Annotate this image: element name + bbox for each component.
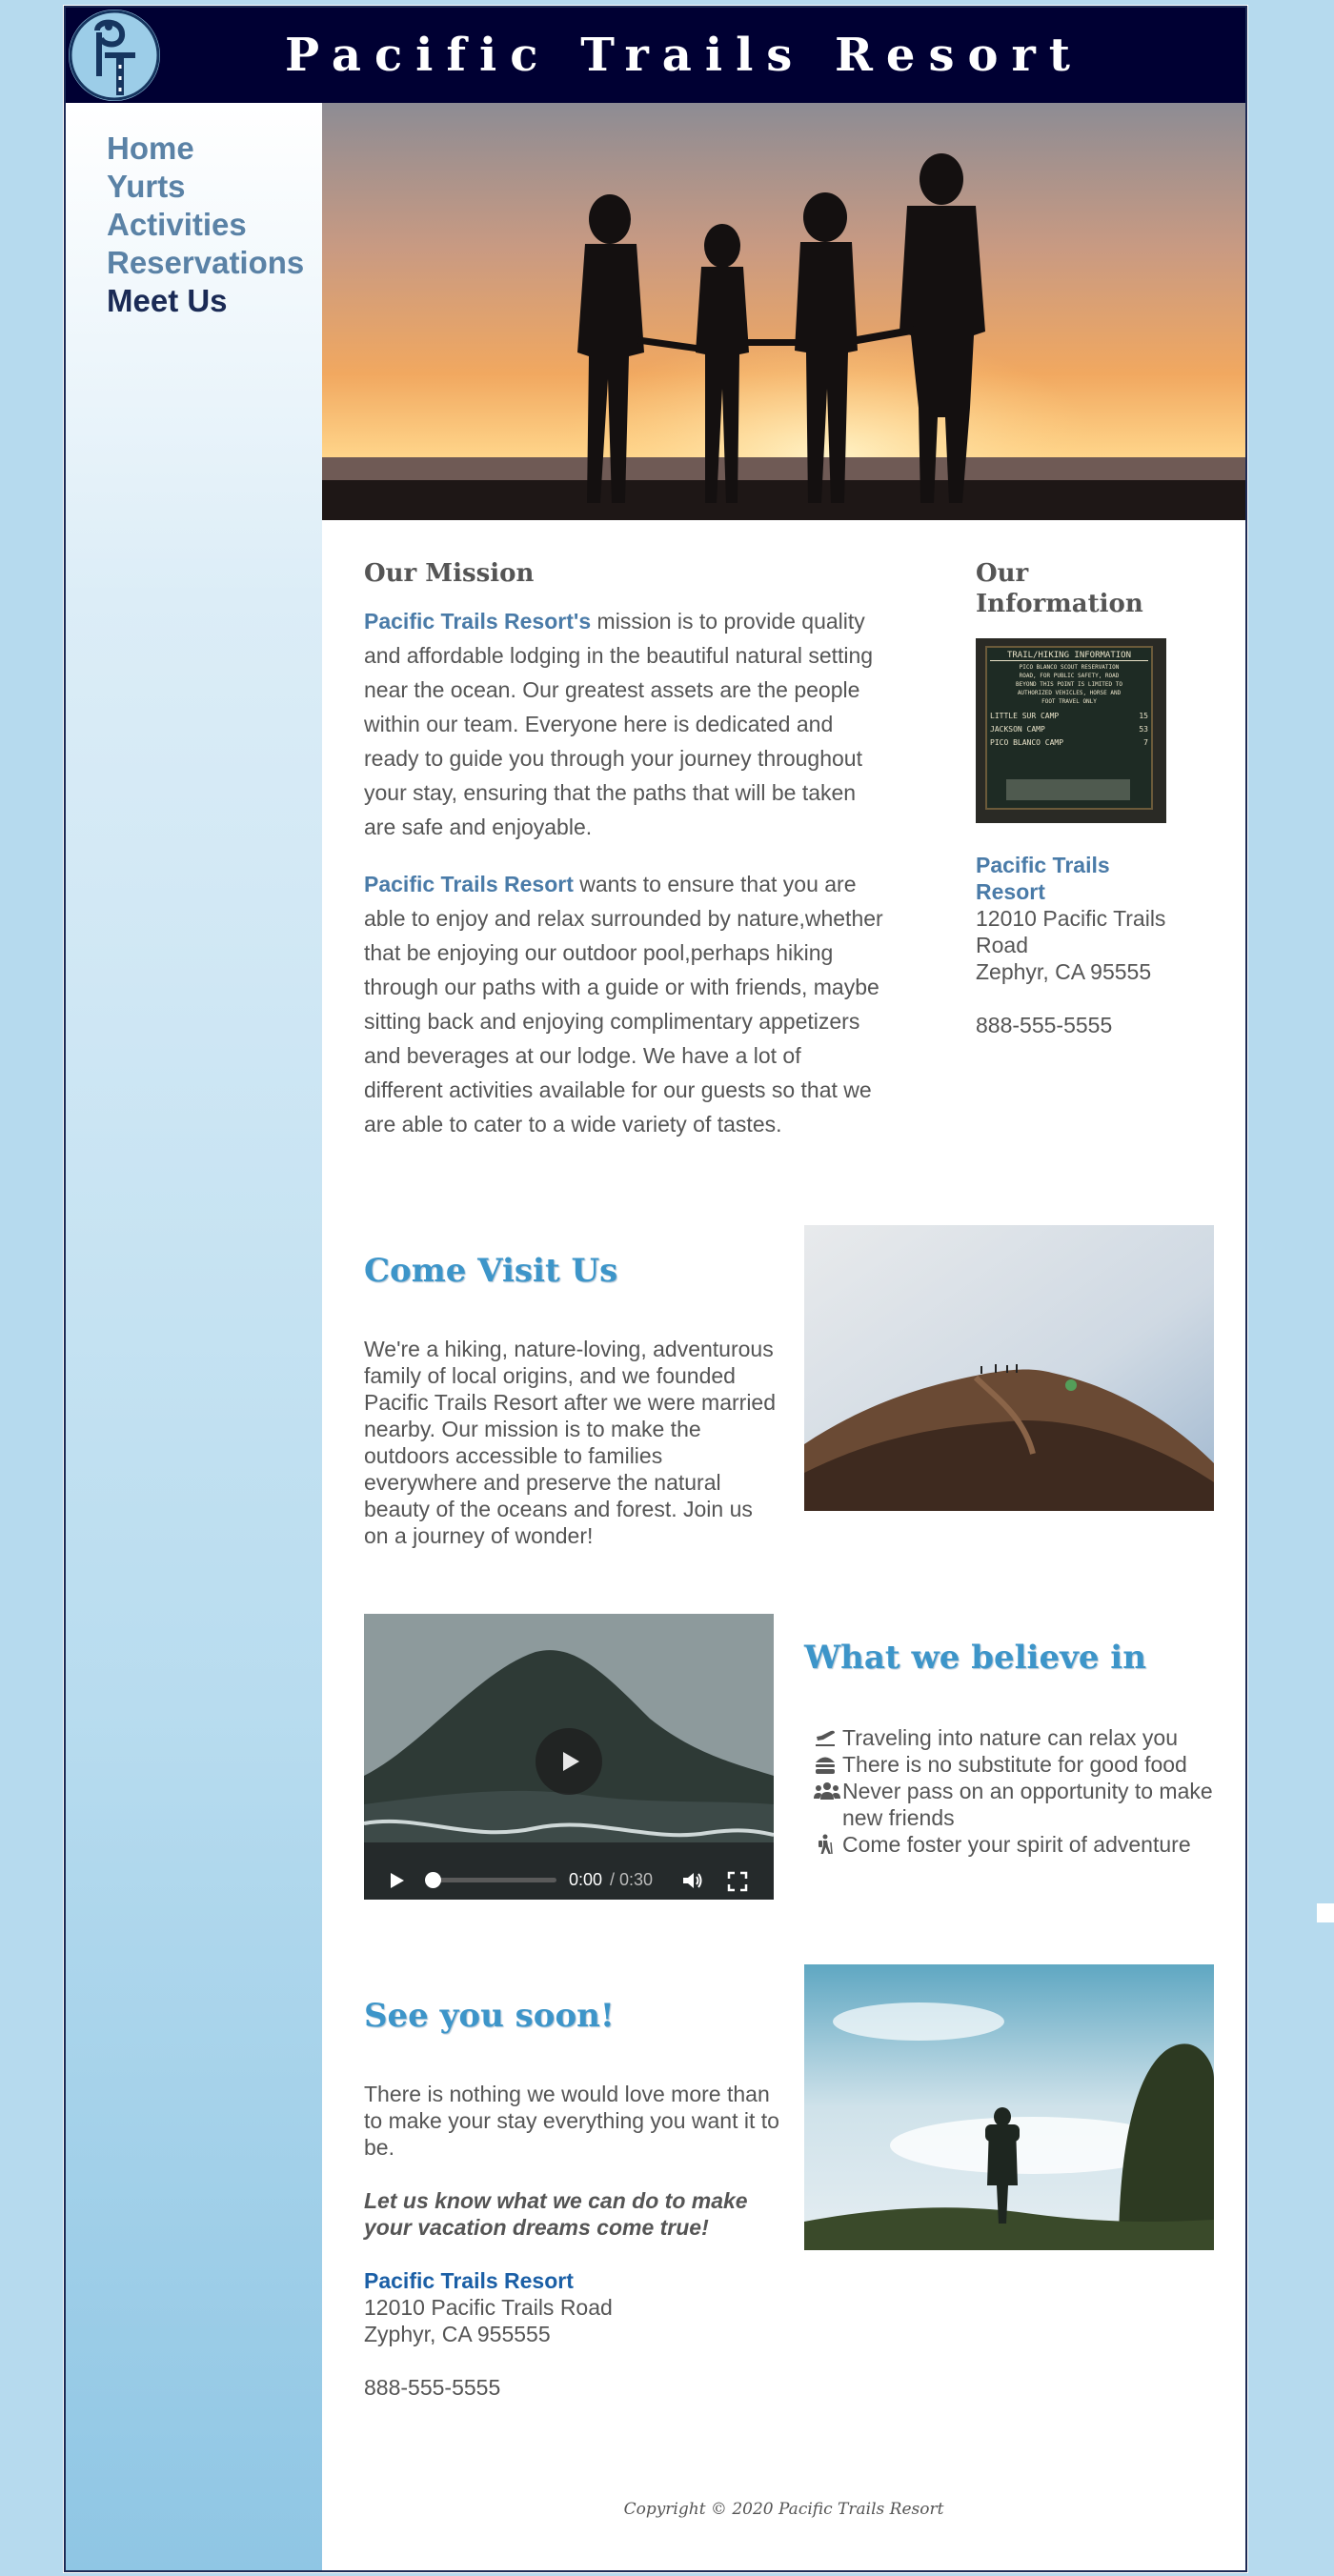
video-current-time: 0:00 bbox=[569, 1870, 603, 1889]
copyright: Copyright © 2020 Pacific Trails Resort bbox=[623, 2500, 944, 2519]
volume-icon[interactable] bbox=[681, 1871, 704, 1895]
see-you-emphasis: Let us know what we can do to make your … bbox=[364, 2188, 748, 2240]
list-item: There is no substitute for good food bbox=[804, 1751, 1223, 1778]
info-city: Zephyr, CA 95555 bbox=[976, 959, 1152, 984]
see-you-text: There is nothing we would love more than… bbox=[364, 2082, 779, 2160]
visit-text: We're a hiking, nature-loving, adventuro… bbox=[364, 1337, 777, 1548]
mission-paragraph-1: Pacific Trails Resort's mission is to pr… bbox=[364, 609, 874, 839]
contact-address: Pacific Trails Resort 12010 Pacific Trai… bbox=[364, 2267, 781, 2401]
beliefs-heading: What we believe in bbox=[804, 1639, 1146, 1677]
main-nav: Home Yurts Activities Reservations Meet … bbox=[107, 130, 304, 320]
sidebar: Home Yurts Activities Reservations Meet … bbox=[66, 103, 322, 2570]
hiking-icon bbox=[814, 1834, 837, 1855]
video-progress-bar[interactable] bbox=[425, 1872, 556, 1888]
contact-street: 12010 Pacific Trails Road bbox=[364, 2295, 613, 2320]
contact-name: Pacific Trails Resort bbox=[364, 2268, 574, 2293]
scroll-marker bbox=[1317, 1903, 1334, 1922]
see-you-heading: See you soon! bbox=[364, 1997, 615, 2035]
nav-link-meet-us[interactable]: Meet Us bbox=[107, 282, 304, 320]
site-header: Pacific Trails Resort bbox=[66, 8, 1245, 103]
visit-section: Come Visit Us We're a hiking, nature-lov… bbox=[364, 1252, 781, 1549]
big-play-button[interactable] bbox=[536, 1728, 602, 1795]
hiker-photo bbox=[804, 1964, 1214, 2250]
users-icon bbox=[814, 1781, 840, 1801]
list-item: Never pass on an opportunity to make new… bbox=[804, 1778, 1223, 1831]
trail-sign-image: TRAIL/HIKING INFORMATION PICO BLANCO SCO… bbox=[976, 638, 1166, 823]
progress-knob[interactable] bbox=[425, 1872, 441, 1888]
play-icon[interactable] bbox=[387, 1871, 406, 1895]
list-item: Come foster your spirit of adventure bbox=[804, 1831, 1223, 1858]
see-you-section: See you soon! There is nothing we would … bbox=[364, 1997, 781, 2401]
info-phone: 888-555-5555 bbox=[976, 1013, 1113, 1037]
plane-icon bbox=[814, 1727, 837, 1748]
site-title: Pacific Trails Resort bbox=[285, 29, 1083, 82]
visit-heading: Come Visit Us bbox=[364, 1252, 618, 1290]
mission-section: Our Mission Pacific Trails Resort's miss… bbox=[364, 558, 883, 1141]
burger-icon bbox=[814, 1754, 837, 1775]
info-section: Our Information TRAIL/HIKING INFORMATION… bbox=[976, 558, 1166, 1038]
hero-image bbox=[322, 103, 1245, 520]
cliff-photo bbox=[804, 1225, 1214, 1511]
mission-paragraph-2: Pacific Trails Resort wants to ensure th… bbox=[364, 872, 883, 1137]
brand-name: Pacific Trails Resort's bbox=[364, 609, 592, 634]
video-controls: 0:00 / 0:30 bbox=[364, 1860, 774, 1900]
info-name: Pacific Trails Resort bbox=[976, 853, 1110, 904]
beliefs-list: Traveling into nature can relax you Ther… bbox=[804, 1724, 1223, 1858]
contact-city: Zyphyr, CA 955555 bbox=[364, 2322, 551, 2346]
page-wrapper: Pacific Trails Resort Home Yurts Activit… bbox=[64, 6, 1247, 2572]
nav-link-home[interactable]: Home bbox=[107, 130, 304, 168]
fullscreen-icon[interactable] bbox=[727, 1871, 748, 1897]
info-address: Pacific Trails Resort 12010 Pacific Trai… bbox=[976, 852, 1166, 1038]
beliefs-section: What we believe in Traveling into nature… bbox=[804, 1639, 1223, 1858]
info-street: 12010 Pacific Trails Road bbox=[976, 906, 1166, 957]
info-heading: Our Information bbox=[976, 559, 1143, 618]
nav-link-reservations[interactable]: Reservations bbox=[107, 244, 304, 282]
brand-name: Pacific Trails Resort bbox=[364, 872, 574, 896]
video-player[interactable]: 0:00 / 0:30 bbox=[364, 1614, 774, 1900]
nav-link-yurts[interactable]: Yurts bbox=[107, 168, 304, 206]
nav-link-activities[interactable]: Activities bbox=[107, 206, 304, 244]
list-item: Traveling into nature can relax you bbox=[804, 1724, 1223, 1751]
mission-heading: Our Mission bbox=[364, 559, 535, 588]
video-duration: / 0:30 bbox=[610, 1870, 654, 1889]
contact-phone: 888-555-5555 bbox=[364, 2375, 501, 2400]
